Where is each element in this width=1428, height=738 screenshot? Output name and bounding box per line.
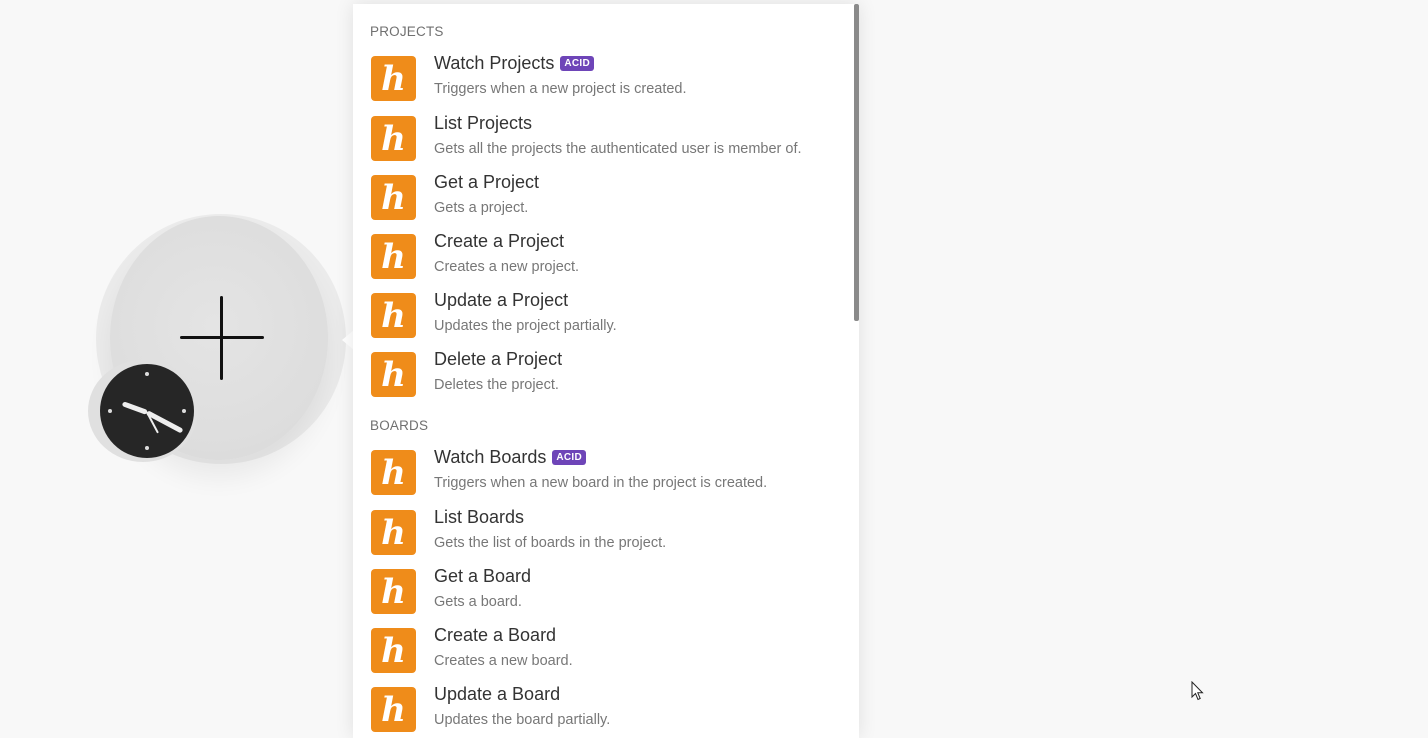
- list-item-watch-boards[interactable]: h Watch Boards ACID Triggers when a new b…: [353, 447, 853, 506]
- item-title: Update a Project: [434, 290, 569, 310]
- list-item-update-board[interactable]: h Update a Board Updates the board parti…: [353, 684, 853, 738]
- module-placeholder[interactable]: [88, 214, 356, 494]
- app-icon: h: [371, 56, 416, 101]
- app-icon: h: [371, 175, 416, 220]
- item-description: Updates the board partially.: [434, 712, 611, 728]
- item-description: Gets all the projects the authenticated …: [434, 141, 802, 157]
- acid-badge: ACID: [552, 450, 587, 465]
- item-description: Triggers when a new project is created.: [434, 81, 687, 97]
- item-title: List Projects: [434, 113, 533, 133]
- scrollbar-thumb[interactable]: [854, 4, 859, 321]
- list-item-list-boards[interactable]: h List Boards Gets the list of boards in…: [353, 507, 853, 566]
- section-header-projects: PROJECTS: [370, 24, 444, 39]
- app-icon: h: [371, 450, 416, 495]
- list-item-get-project[interactable]: h Get a Project Gets a project.: [353, 172, 853, 231]
- app-icon: h: [371, 628, 416, 673]
- item-title: Create a Board: [434, 625, 557, 645]
- list-item-create-project[interactable]: h Create a Project Creates a new project…: [353, 231, 853, 290]
- list-item-list-projects[interactable]: h List Projects Gets all the projects th…: [353, 113, 853, 172]
- module-picker-panel[interactable]: PROJECTS h Watch Projects ACID Triggers w…: [353, 4, 859, 738]
- item-title: Get a Project: [434, 172, 540, 192]
- app-icon: h: [371, 687, 416, 732]
- list-item-create-board[interactable]: h Create a Board Creates a new board.: [353, 625, 853, 684]
- list-item-update-project[interactable]: h Update a Project Updates the project p…: [353, 290, 853, 349]
- item-title: List Boards: [434, 507, 525, 527]
- item-description: Deletes the project.: [434, 377, 559, 393]
- section-header-boards: BOARDS: [370, 418, 429, 433]
- item-title: Delete a Project: [434, 349, 563, 369]
- app-icon: h: [371, 569, 416, 614]
- app-icon: h: [371, 234, 416, 279]
- clock-icon[interactable]: [100, 364, 194, 458]
- app-icon: h: [371, 116, 416, 161]
- app-icon: h: [371, 510, 416, 555]
- item-title: Get a Board: [434, 566, 532, 586]
- list-item-get-board[interactable]: h Get a Board Gets a board.: [353, 566, 853, 625]
- item-description: Creates a new board.: [434, 653, 573, 669]
- item-description: Gets the list of boards in the project.: [434, 535, 667, 551]
- item-description: Gets a project.: [434, 200, 529, 216]
- plus-icon[interactable]: [180, 296, 264, 380]
- list-item-delete-project[interactable]: h Delete a Project Deletes the project.: [353, 349, 853, 408]
- list-item-watch-projects[interactable]: h Watch Projects ACID Triggers when a new…: [353, 53, 853, 112]
- item-title: Watch Projects: [434, 53, 555, 73]
- item-description: Creates a new project.: [434, 259, 580, 275]
- item-title: Update a Board: [434, 684, 561, 704]
- mouse-cursor-icon: [1191, 681, 1204, 701]
- acid-badge: ACID: [560, 56, 595, 71]
- app-icon: h: [371, 352, 416, 397]
- app-icon: h: [371, 293, 416, 338]
- item-title: Watch Boards: [434, 447, 547, 467]
- item-description: Gets a board.: [434, 594, 522, 610]
- item-description: Triggers when a new board in the project…: [434, 475, 768, 491]
- item-description: Updates the project partially.: [434, 318, 617, 334]
- item-title: Create a Project: [434, 231, 565, 251]
